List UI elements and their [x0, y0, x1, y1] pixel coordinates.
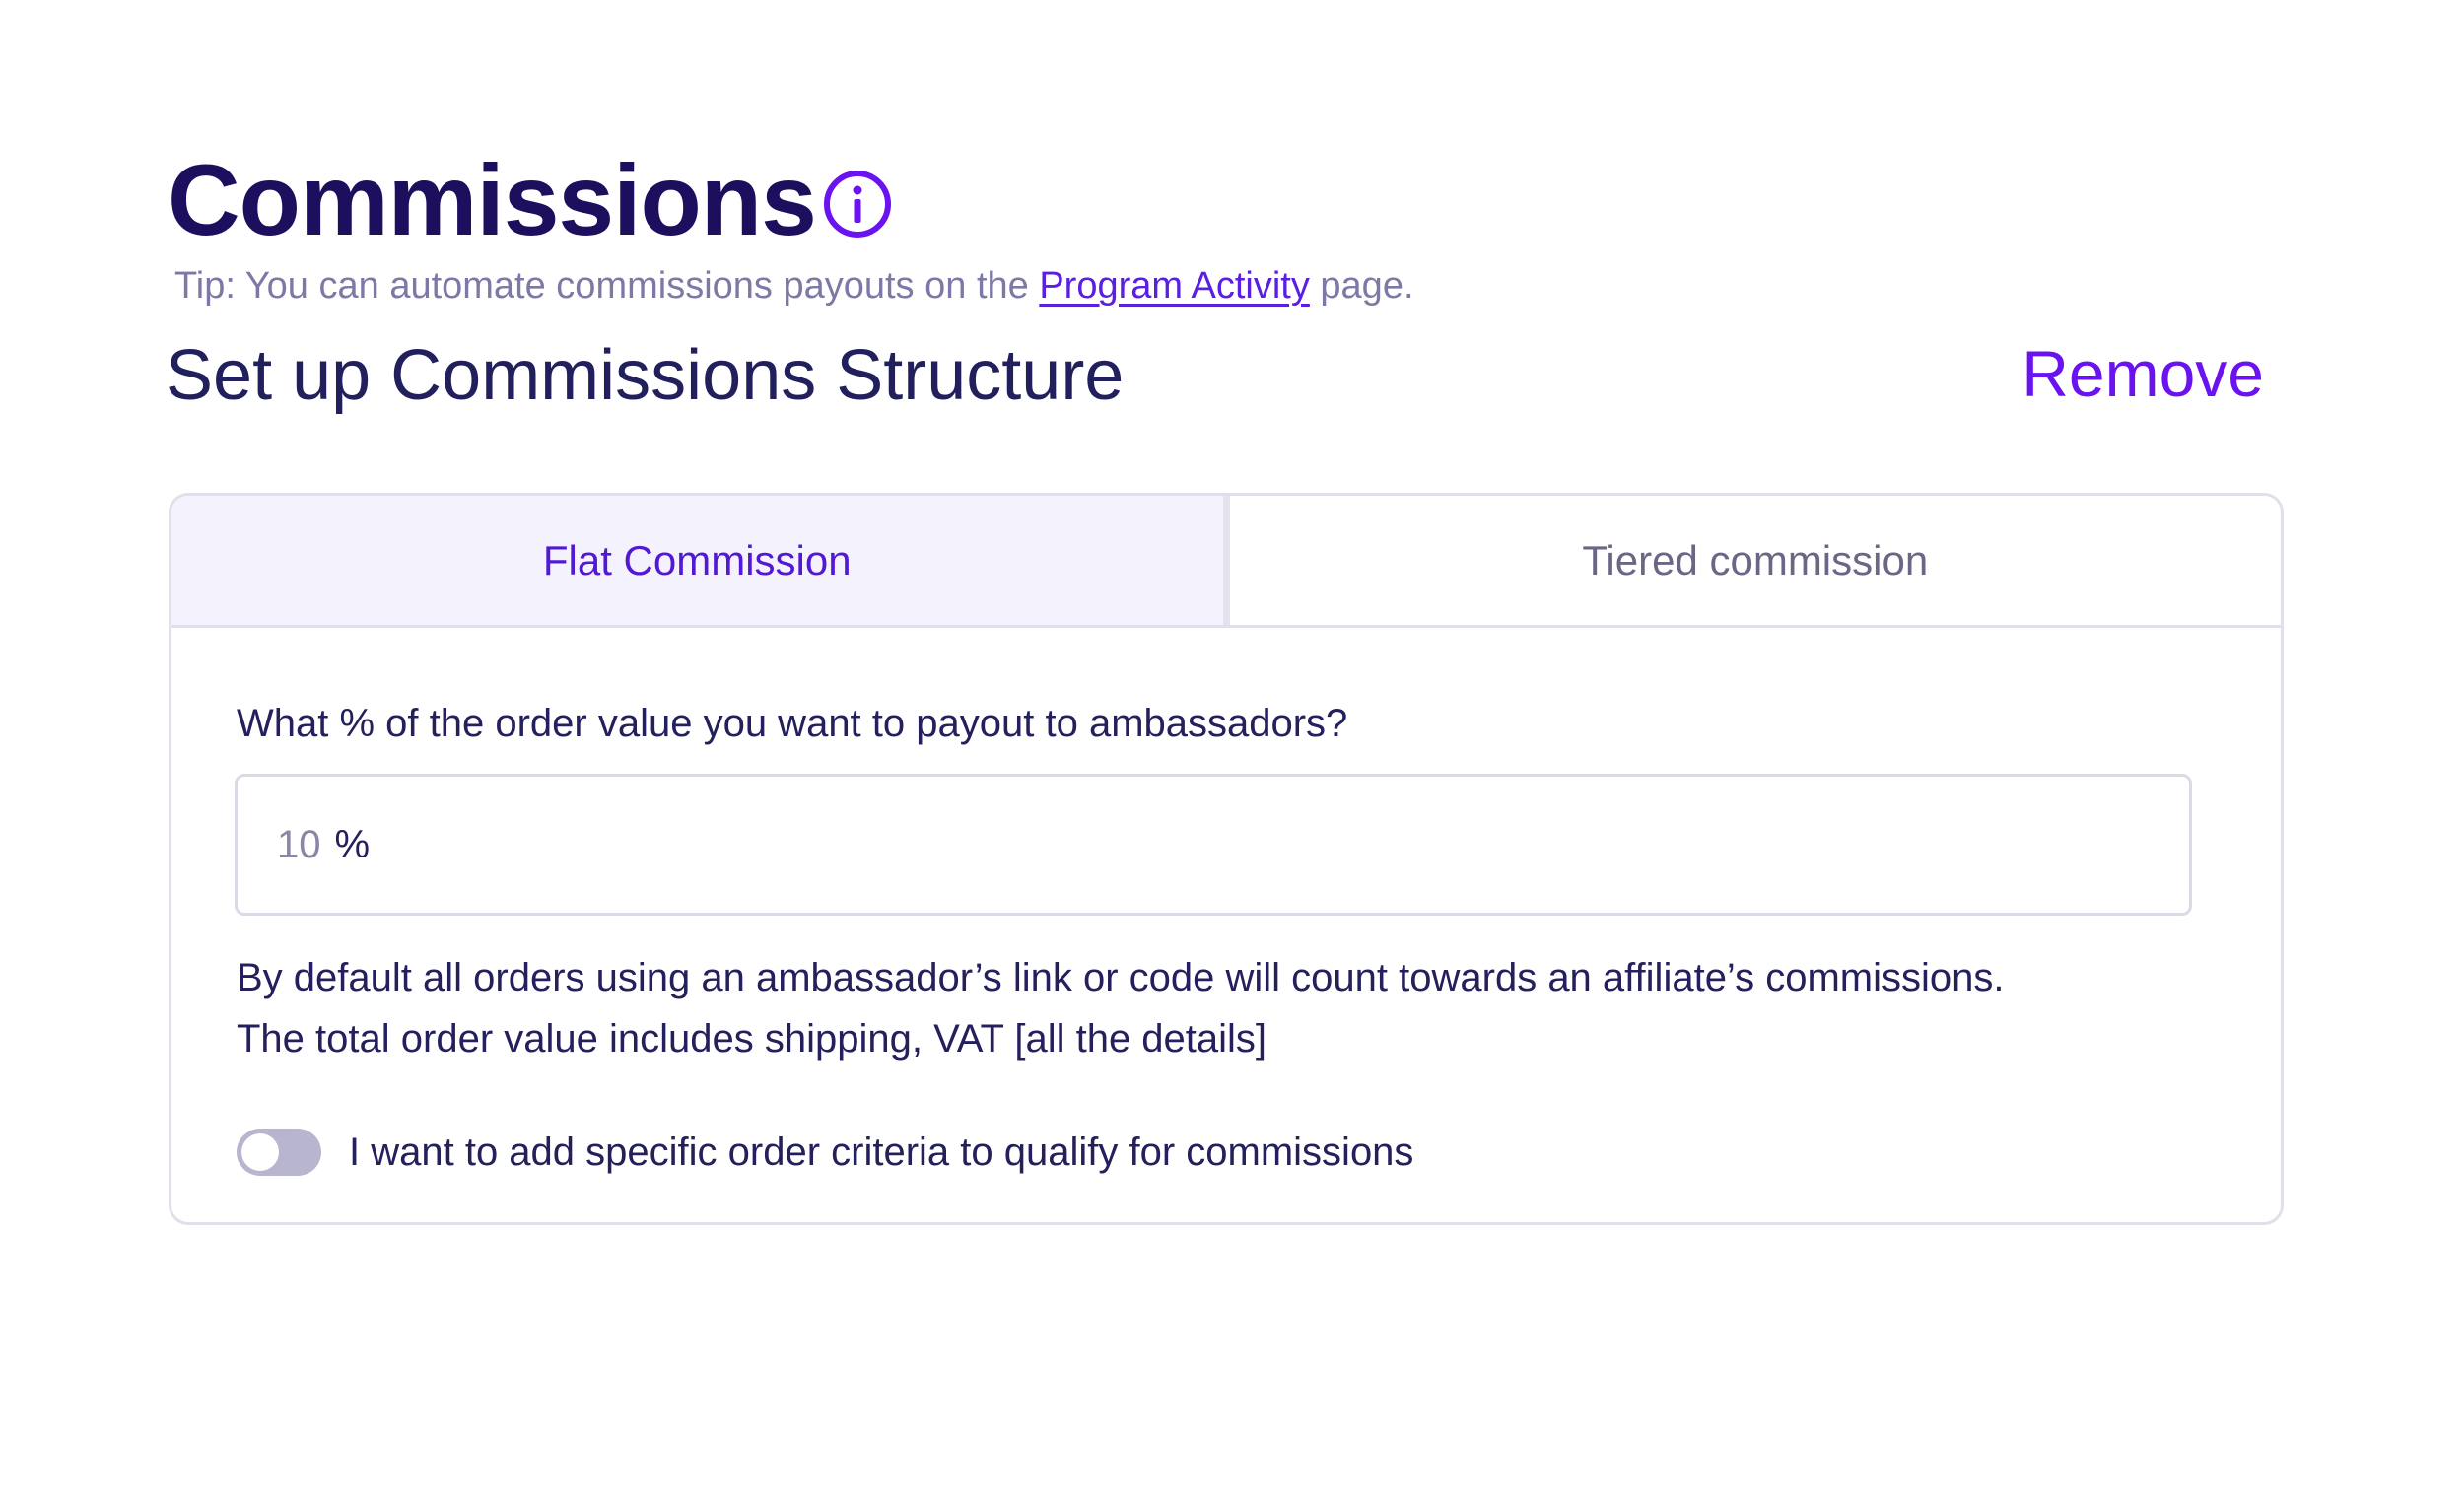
tab-tiered-commission[interactable]: Tiered commission [1229, 496, 2281, 625]
percent-suffix: % [334, 822, 371, 866]
page-header: Commissions [168, 146, 893, 254]
order-criteria-toggle-label: I want to add specific order criteria to… [349, 1131, 1414, 1174]
page-title: Commissions [168, 144, 817, 256]
program-activity-link[interactable]: Program Activity [1039, 265, 1310, 307]
helper-text: By default all orders using an ambassado… [237, 947, 2004, 1069]
tab-flat-commission[interactable]: Flat Commission [171, 496, 1230, 625]
toggle-knob [241, 1133, 279, 1171]
tip-text: Tip: You can automate commissions payout… [174, 262, 1414, 309]
helper-line-1: By default all orders using an ambassado… [237, 956, 2005, 999]
tip-suffix: page. [1309, 265, 1414, 307]
section-title: Set up Commissions Structure [166, 336, 1125, 415]
commission-card: Flat Commission Tiered commission What %… [169, 493, 2284, 1225]
helper-line-2: The total order value includes shipping,… [237, 1017, 1267, 1061]
percent-value[interactable]: 10 [277, 823, 321, 867]
tip-prefix: Tip: You can automate commissions payout… [174, 265, 1040, 307]
order-criteria-toggle-row: I want to add specific order criteria to… [237, 1127, 1413, 1178]
remove-button[interactable]: Remove [2021, 329, 2264, 418]
percent-question-label: What % of the order value you want to pa… [237, 702, 1348, 745]
commission-type-tabs: Flat Commission Tiered commission [171, 496, 2281, 628]
order-criteria-toggle[interactable] [237, 1129, 321, 1176]
percent-input[interactable]: 10 % [235, 774, 2192, 916]
info-circle-icon[interactable] [822, 169, 893, 240]
